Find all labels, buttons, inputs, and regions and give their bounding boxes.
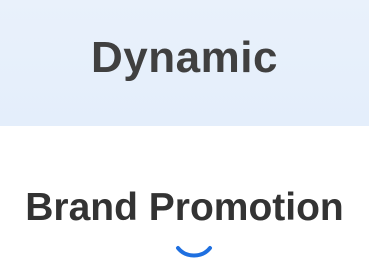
promo-section: Brand Promotion	[0, 126, 369, 266]
hero-band: Dynamic	[0, 0, 369, 126]
section-title: Brand Promotion	[25, 186, 344, 229]
smile-icon	[176, 246, 212, 258]
page-title: Dynamic	[91, 33, 278, 82]
